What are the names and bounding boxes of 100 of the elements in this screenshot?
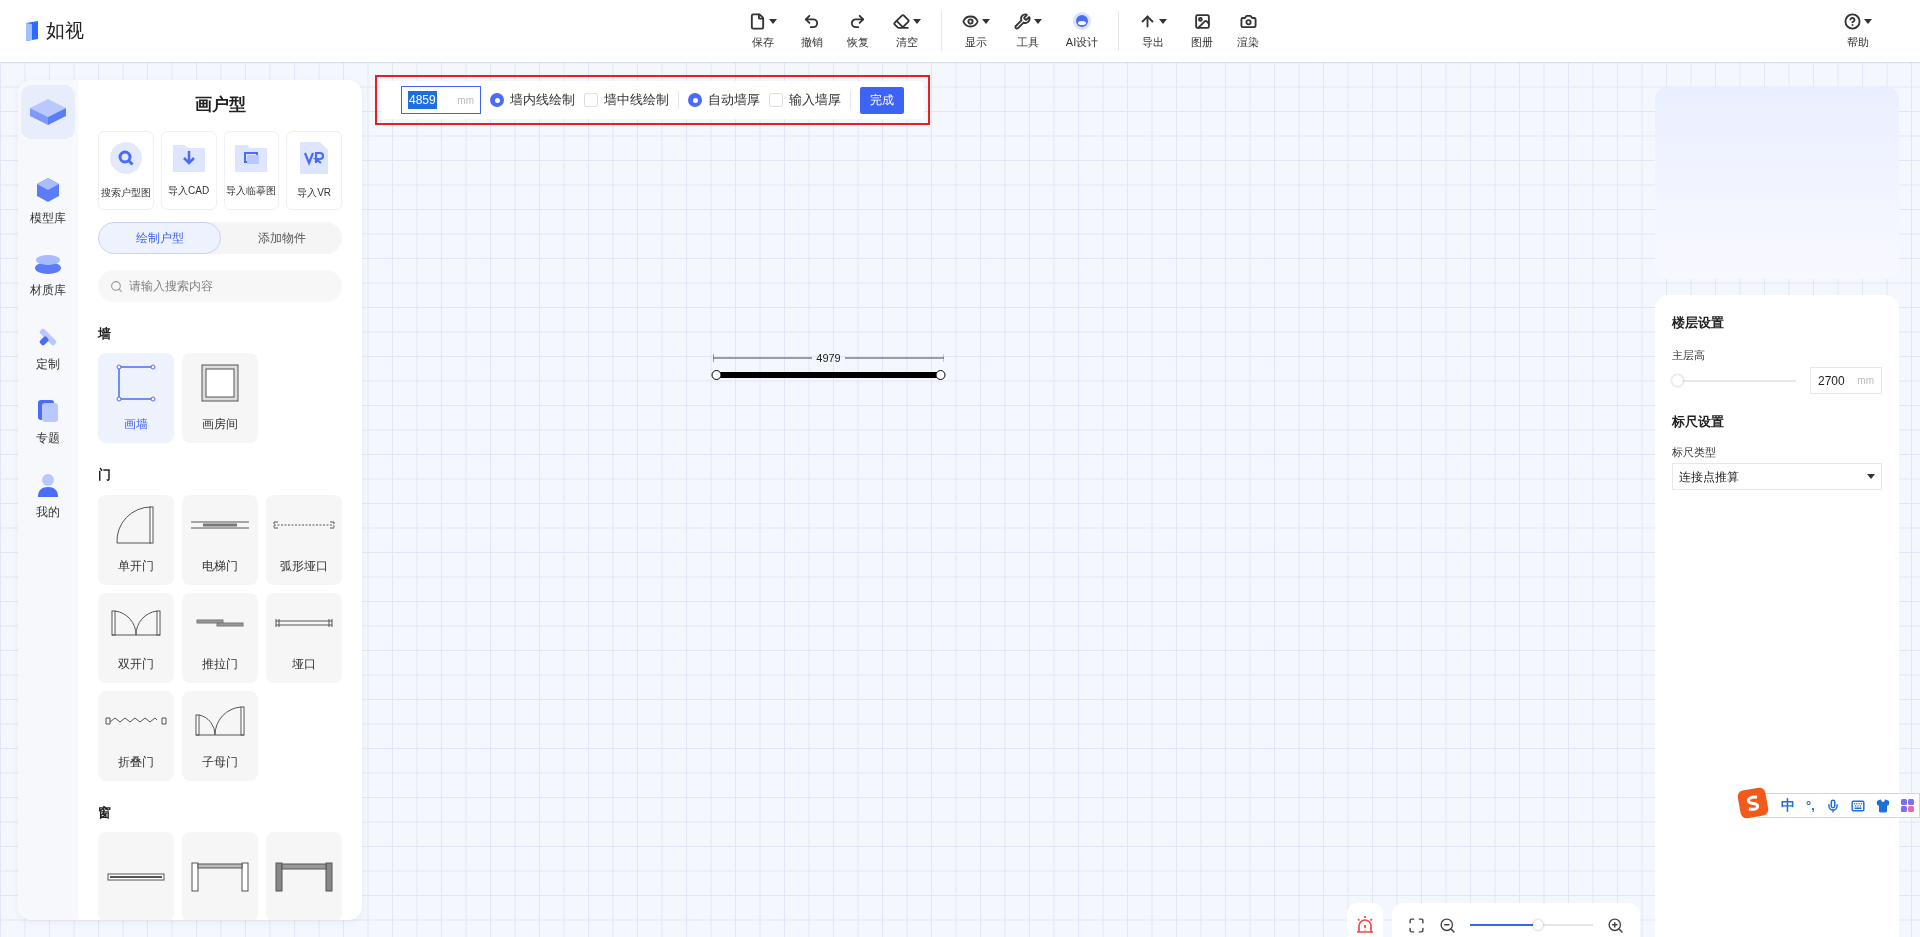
element-tile[interactable] xyxy=(182,832,258,920)
bay-window-icon xyxy=(191,862,249,892)
section-title: 标尺设置 xyxy=(1672,413,1725,431)
mode-option[interactable]: 输入墙厚 xyxy=(769,90,841,110)
height-slider-thumb[interactable] xyxy=(1672,374,1683,386)
toolbar-button[interactable]: 保存 xyxy=(740,11,785,51)
dimension-label: 4979 xyxy=(816,351,841,366)
home-tile[interactable] xyxy=(21,85,75,139)
import-card[interactable]: 搜索户型图 xyxy=(98,130,154,210)
field-value: 2700 xyxy=(1818,372,1845,390)
double-swing-door-icon xyxy=(111,609,161,636)
nav-item[interactable]: 我的 xyxy=(36,473,60,521)
window-icon xyxy=(107,873,165,881)
section-title: 墙 xyxy=(98,324,112,343)
toolbar-button[interactable]: AI设计 xyxy=(1057,11,1107,51)
toolbar-button[interactable]: 恢复 xyxy=(838,11,877,51)
ime-punctuation[interactable]: °, xyxy=(1806,795,1815,816)
toolbar-button[interactable]: 工具 xyxy=(1005,11,1050,51)
keyboard-icon[interactable] xyxy=(1850,798,1865,813)
shirt-icon[interactable] xyxy=(1875,798,1890,813)
import-card[interactable]: 导入CAD xyxy=(160,130,217,210)
element-tile[interactable]: 推拉门 xyxy=(182,592,258,683)
search-icon xyxy=(110,279,123,293)
bay-window-icon xyxy=(275,862,333,892)
redo-icon xyxy=(849,12,867,30)
sliding-door-icon xyxy=(196,618,244,627)
opening-icon xyxy=(275,617,333,628)
help-icon xyxy=(1844,12,1861,30)
unit-label: mm xyxy=(1857,374,1874,388)
caret-icon xyxy=(912,18,921,24)
camera-icon xyxy=(1239,12,1257,30)
vr-file-icon xyxy=(299,140,330,175)
ime-mode[interactable]: 中 xyxy=(1781,795,1795,816)
swing-door-icon xyxy=(116,504,156,545)
toolbar-button[interactable]: 渲染 xyxy=(1229,11,1268,51)
wrench-icon xyxy=(1013,12,1031,30)
length-field[interactable]: 4859 mm xyxy=(401,86,481,114)
unequal-door-icon xyxy=(195,705,245,736)
element-tile[interactable]: 弧形垭口 xyxy=(266,494,342,585)
undo-icon xyxy=(803,12,821,30)
nav-item[interactable]: 模型库 xyxy=(30,177,66,227)
elevator-door-icon xyxy=(191,520,249,529)
cube-icon xyxy=(36,177,60,203)
import-card[interactable]: 导入VR xyxy=(286,130,342,210)
zoom-in-icon[interactable] xyxy=(1607,916,1624,934)
folder-download-icon xyxy=(171,142,206,173)
search-field[interactable]: 请输入搜索内容 xyxy=(98,269,342,302)
toolbar-button[interactable]: 撤销 xyxy=(792,11,831,51)
tab[interactable]: 绘制户型 xyxy=(98,221,221,254)
fullscreen-icon[interactable] xyxy=(1408,916,1425,934)
element-tile[interactable]: 画房间 xyxy=(182,353,258,443)
microphone-icon[interactable] xyxy=(1825,798,1840,813)
nav-item[interactable]: 定制 xyxy=(36,325,60,373)
grid-icon[interactable] xyxy=(1900,799,1914,812)
search-icon xyxy=(108,140,143,175)
ruler-type-select[interactable]: 连接点推算 xyxy=(1672,463,1882,490)
document-icon xyxy=(748,12,766,30)
toolbar-button[interactable]: 帮助 xyxy=(1836,11,1880,51)
zigzag-door-icon xyxy=(105,715,167,726)
toolbar-button[interactable]: 图册 xyxy=(1183,11,1222,51)
caret-icon xyxy=(768,18,777,24)
done-button[interactable]: 完成 xyxy=(860,86,904,114)
toolbar-button[interactable]: 导出 xyxy=(1131,11,1176,51)
mode-option[interactable]: 墙内线绘制 xyxy=(490,90,575,110)
toolbar-button[interactable]: 显示 xyxy=(953,11,998,51)
square-room-icon xyxy=(201,364,239,402)
caret-icon xyxy=(1033,18,1042,24)
user-icon xyxy=(37,473,59,497)
element-tile[interactable] xyxy=(98,832,174,920)
image-icon xyxy=(1193,12,1211,30)
unit-label: mm xyxy=(457,93,474,108)
element-tile[interactable]: 折叠门 xyxy=(98,690,174,781)
tab[interactable]: 添加物件 xyxy=(221,221,342,254)
slider-thumb[interactable] xyxy=(1532,920,1543,930)
mode-option[interactable]: 自动墙厚 xyxy=(688,90,760,110)
element-tile[interactable]: 垭口 xyxy=(266,592,342,683)
height-slider[interactable] xyxy=(1672,374,1796,387)
layers-icon xyxy=(34,253,62,275)
logo-text: 如视 xyxy=(46,18,84,43)
element-tile[interactable]: 双开门 xyxy=(98,592,174,683)
alarm-button[interactable] xyxy=(1347,903,1383,937)
mode-option[interactable]: 墙中线绘制 xyxy=(584,90,669,110)
height-field[interactable]: 2700 mm xyxy=(1810,367,1882,394)
toolbar-button[interactable]: 清空 xyxy=(884,11,929,51)
selected-text: 4859 xyxy=(408,91,437,109)
nav-item[interactable]: 专题 xyxy=(36,399,60,447)
element-tile[interactable] xyxy=(266,832,342,920)
import-card[interactable]: 导入临摹图 xyxy=(223,130,280,210)
element-tile[interactable]: 画墙 xyxy=(98,353,174,443)
logo-icon xyxy=(24,21,40,41)
element-tile[interactable]: 子母门 xyxy=(182,690,258,781)
caret-icon xyxy=(1867,474,1875,479)
panel-title: 画户型 xyxy=(193,94,247,116)
zoom-out-icon[interactable] xyxy=(1439,916,1456,934)
section-title: 窗 xyxy=(98,803,112,822)
nav-item[interactable]: 材质库 xyxy=(30,253,66,299)
dotted-opening-icon xyxy=(273,520,335,529)
element-tile[interactable]: 单开门 xyxy=(98,494,174,585)
element-tile[interactable]: 电梯门 xyxy=(182,494,258,585)
field-label: 标尺类型 xyxy=(1672,444,1717,460)
